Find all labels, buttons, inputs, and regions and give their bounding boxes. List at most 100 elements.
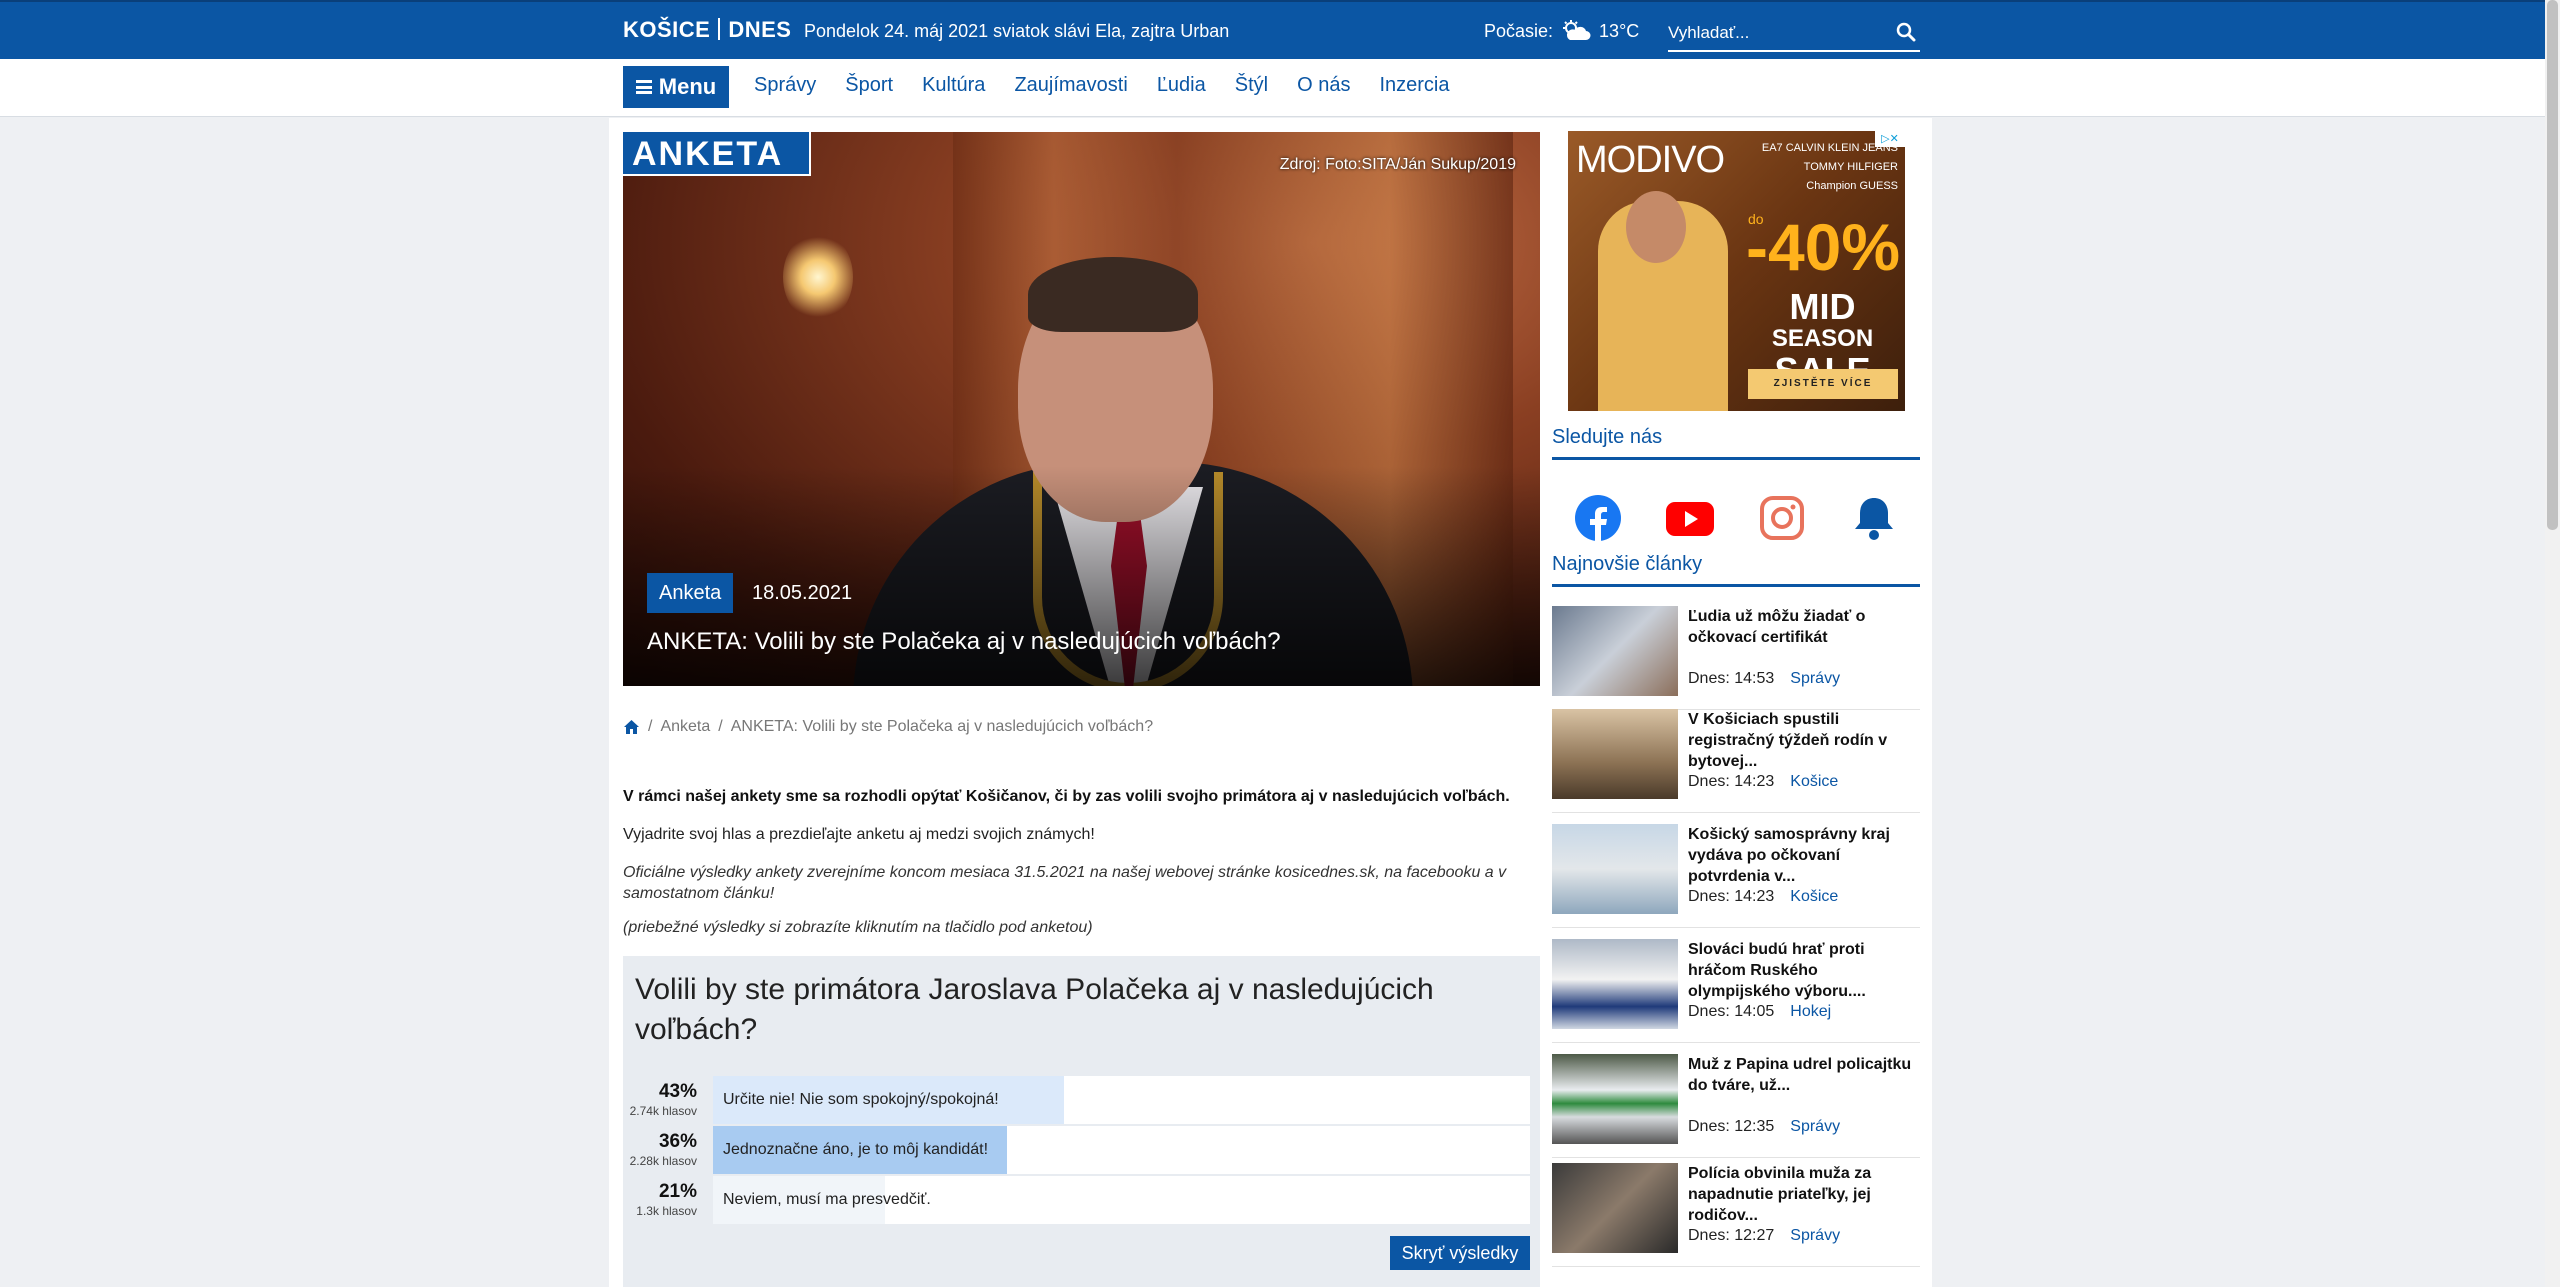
article-title: ANKETA: Volili by ste Polačeka aj v nasl…	[647, 628, 1281, 655]
poll-question: Volili by ste primátora Jaroslava Polače…	[635, 973, 1434, 1046]
news-item[interactable]: Slováci budú hrať proti hráčom Ruského o…	[1552, 939, 1920, 1043]
news-category[interactable]: Košice	[1790, 773, 1838, 790]
poll-option-votes: 2.28k hlasov	[629, 1154, 697, 1168]
article-date: 18.05.2021	[752, 582, 853, 604]
news-title[interactable]: Slováci budú hrať proti hráčom Ruského o…	[1688, 939, 1916, 1002]
breadcrumb: / Anketa / ANKETA: Volili by ste Polaček…	[623, 718, 1153, 736]
nav-link-kultura[interactable]: Kultúra	[922, 74, 985, 97]
nav-links: Správy Šport Kultúra Zaujímavosti Ľudia …	[754, 74, 1478, 97]
ad-brand: MODIVO	[1576, 139, 1725, 181]
news-thumbnail[interactable]	[1552, 709, 1678, 799]
nav-link-sport[interactable]: Šport	[845, 74, 893, 97]
weather-label: Počasie:	[1484, 20, 1554, 41]
news-title[interactable]: V Košiciach spustili registračný týždeň …	[1688, 709, 1916, 772]
latest-news-heading: Najnovšie články	[1552, 553, 1920, 587]
poll-option-percent: 36%	[658, 1131, 697, 1152]
news-meta: Dnes: 14:23 Košice	[1688, 773, 1838, 791]
news-item[interactable]: V Košiciach spustili registračný týždeň …	[1552, 709, 1920, 813]
menu-button[interactable]: Menu	[623, 66, 729, 108]
poll-option-label: Jednoznačne áno, je to môj kandidát!	[723, 1141, 989, 1158]
poll-option-votes: 2.74k hlasov	[629, 1104, 697, 1118]
news-category[interactable]: Košice	[1790, 888, 1838, 905]
scrollbar-thumb[interactable]	[2547, 0, 2558, 530]
news-title[interactable]: Polícia obvinila muža za napadnutie pria…	[1688, 1163, 1916, 1226]
bell-icon[interactable]	[1850, 494, 1898, 542]
photo-credit: Zdroj: Foto:SITA/Ján Sukup/2019	[1279, 156, 1516, 173]
ad-logo-line: TOMMY HILFIGER	[1803, 161, 1898, 173]
news-category[interactable]: Správy	[1790, 1118, 1840, 1135]
lamp-light	[783, 232, 853, 322]
logo-left-text: KOŠICE	[623, 17, 711, 42]
news-item[interactable]: Polícia obvinila muža za napadnutie pria…	[1552, 1163, 1920, 1267]
news-category[interactable]: Hokej	[1790, 1003, 1831, 1020]
hero-image[interactable]: ANKETA Zdroj: Foto:SITA/Ján Sukup/2019 A…	[623, 132, 1540, 686]
site-logo[interactable]: KOŠICE DNES	[623, 17, 791, 43]
poll-option[interactable]: 36% 2.28k hlasov Jednoznačne áno, je to …	[623, 1126, 1540, 1174]
poll-option-percent: 21%	[658, 1181, 697, 1202]
dateline: Pondelok 24. máj 2021 sviatok slávi Ela,…	[804, 21, 1230, 41]
news-meta: Dnes: 14:23 Košice	[1688, 888, 1838, 906]
nav-link-o-nas[interactable]: O nás	[1297, 74, 1350, 97]
news-thumbnail[interactable]	[1552, 824, 1678, 914]
news-title[interactable]: Ľudia už môžu žiadať o očkovací certifik…	[1688, 606, 1916, 648]
weather-widget: Počasie: 13°C	[1484, 20, 1639, 42]
main-nav: Menu Správy Šport Kultúra Zaujímavosti Ľ…	[0, 59, 2545, 117]
anketa-badge: ANKETA	[623, 132, 811, 176]
hide-results-button[interactable]: Skryť výsledky	[1390, 1236, 1530, 1270]
cloud-sun-icon	[1563, 20, 1591, 40]
search-icon[interactable]	[1896, 22, 1916, 42]
article-note: (priebežné výsledky si zobrazíte kliknut…	[623, 919, 1093, 936]
ad-logo-line: Champion GUESS	[1806, 180, 1898, 192]
search-box	[1668, 16, 1920, 52]
hamburger-icon	[635, 80, 652, 94]
nav-link-inzercia[interactable]: Inzercia	[1379, 74, 1449, 97]
news-meta: Dnes: 12:27 Správy	[1688, 1227, 1840, 1245]
news-time: Dnes: 14:05	[1688, 1003, 1775, 1020]
news-thumbnail[interactable]	[1552, 606, 1678, 696]
poll-option-votes: 1.3k hlasov	[636, 1204, 697, 1218]
search-input[interactable]	[1668, 20, 1883, 46]
article-paragraph: Vyjadrite svoj hlas a prezdieľajte anket…	[623, 826, 1095, 843]
news-thumbnail[interactable]	[1552, 939, 1678, 1029]
news-thumbnail[interactable]	[1552, 1054, 1678, 1144]
ad-brand-logos: EA7 CALVIN KLEIN JEANS TOMMY HILFIGER Ch…	[1748, 139, 1898, 196]
home-icon[interactable]	[623, 719, 640, 735]
news-time: Dnes: 14:23	[1688, 888, 1775, 905]
news-category[interactable]: Správy	[1790, 670, 1840, 687]
news-category[interactable]: Správy	[1790, 1227, 1840, 1244]
news-meta: Dnes: 12:35 Správy	[1688, 1118, 1840, 1136]
menu-label: Menu	[658, 74, 717, 99]
article-lead: V rámci našej ankety sme sa rozhodli opý…	[623, 788, 1510, 805]
category-tag[interactable]: Anketa	[647, 573, 734, 613]
top-header: KOŠICE DNES Pondelok 24. máj 2021 sviatok…	[0, 0, 2545, 59]
news-item[interactable]: Košický samosprávny kraj vydáva po očkov…	[1552, 824, 1920, 928]
nav-link-ludia[interactable]: Ľudia	[1157, 74, 1206, 97]
news-thumbnail[interactable]	[1552, 1163, 1678, 1253]
nav-link-zaujimavosti[interactable]: Zaujímavosti	[1014, 74, 1127, 97]
news-title[interactable]: Košický samosprávny kraj vydáva po očkov…	[1688, 824, 1916, 887]
breadcrumb-anketa[interactable]: Anketa	[660, 718, 710, 736]
ad-close-icon[interactable]: ▷✕	[1875, 131, 1905, 147]
instagram-icon[interactable]	[1758, 494, 1806, 542]
news-meta: Dnes: 14:53 Správy	[1688, 670, 1840, 688]
news-item[interactable]: Ľudia už môžu žiadať o očkovací certifik…	[1552, 606, 1920, 710]
ad-percent: -40%	[1746, 210, 1901, 284]
facebook-icon[interactable]	[1574, 494, 1622, 542]
ad-cta-button[interactable]: ZJISTĚTE VÍCE	[1748, 369, 1898, 399]
nav-link-spravy[interactable]: Správy	[754, 74, 816, 97]
news-time: Dnes: 14:53	[1688, 670, 1775, 687]
social-links	[1552, 488, 1920, 548]
article-paragraph-italic: Oficiálne výsledky ankety zverejníme kon…	[623, 864, 1507, 902]
poll-option-label: Určite nie! Nie som spokojný/spokojná!	[723, 1091, 999, 1108]
nav-link-styl[interactable]: Štýl	[1235, 74, 1268, 97]
news-item[interactable]: Muž z Papina udrel policajtku do tváre, …	[1552, 1054, 1920, 1158]
advertisement-banner[interactable]: MODIVO EA7 CALVIN KLEIN JEANS TOMMY HILF…	[1568, 131, 1905, 411]
follow-heading: Sledujte nás	[1552, 426, 1920, 460]
poll-option[interactable]: 43% 2.74k hlasov Určite nie! Nie som spo…	[623, 1076, 1540, 1124]
poll-option[interactable]: 21% 1.3k hlasov Neviem, musí ma presvedč…	[623, 1176, 1540, 1224]
poll-widget: Volili by ste primátora Jaroslava Polače…	[623, 956, 1540, 1287]
poll-option-percent: 43%	[658, 1081, 697, 1102]
news-title[interactable]: Muž z Papina udrel policajtku do tváre, …	[1688, 1054, 1916, 1096]
youtube-icon[interactable]	[1666, 494, 1714, 542]
news-time: Dnes: 12:35	[1688, 1118, 1775, 1135]
